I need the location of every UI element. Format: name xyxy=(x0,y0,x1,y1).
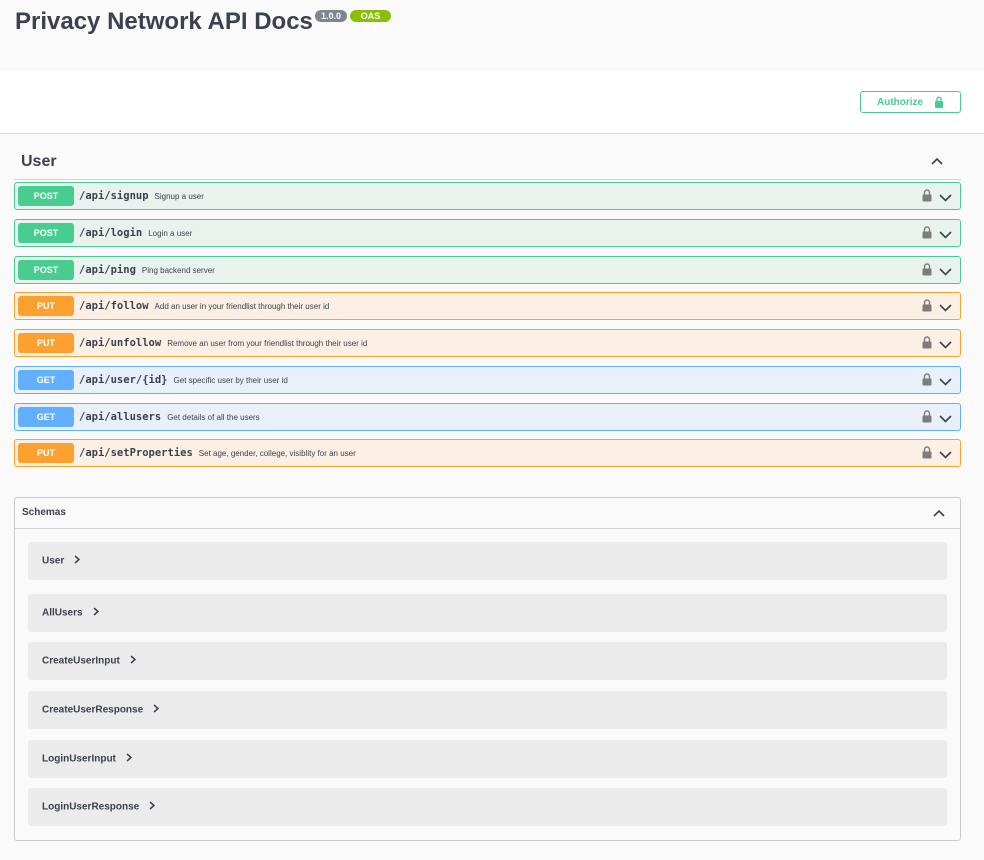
schema-model-row[interactable]: AllUsers xyxy=(28,594,947,632)
schemas-section: Schemas User AllUsers CreateUserInput Creat… xyxy=(14,497,961,841)
oas-badge: OAS 3.0 xyxy=(350,10,391,33)
lock-icon[interactable] xyxy=(922,263,932,281)
operation-put-row[interactable]: PUT/api/setProperties Set age, gender, co… xyxy=(14,439,961,467)
method-badge: PUT xyxy=(18,443,74,463)
operation-summary: Get specific user by their user id xyxy=(173,376,288,385)
chevron-down-icon[interactable] xyxy=(939,227,952,245)
chevron-down-icon[interactable] xyxy=(939,447,952,465)
method-badge: POST xyxy=(18,186,74,206)
operation-put-row[interactable]: PUT/api/follow Add an user in your friend… xyxy=(14,292,961,320)
authorize-button[interactable]: Authorize xyxy=(860,91,961,113)
operation-summary: Remove an user from your friendlist thro… xyxy=(167,339,368,348)
operation-get-row[interactable]: GET/api/user/{id} Get specific user by th… xyxy=(14,366,961,394)
chevron-up-icon[interactable] xyxy=(932,506,946,525)
chevron-right-icon xyxy=(153,704,160,716)
operation-path: /api/login Login a user xyxy=(79,227,192,239)
unlocked-icon xyxy=(934,96,944,111)
operation-path: /api/ping Ping backend server xyxy=(79,264,215,276)
chevron-down-icon[interactable] xyxy=(939,300,952,318)
operation-summary: Get details of all the users xyxy=(167,413,260,422)
operation-summary: Login a user xyxy=(148,229,193,238)
operation-post-row[interactable]: POST/api/login Login a user xyxy=(14,219,961,247)
operation-put-row[interactable]: PUT/api/unfollow Remove an user from your… xyxy=(14,329,961,357)
chevron-down-icon[interactable] xyxy=(939,190,952,208)
schema-model-row[interactable]: CreateUserInput xyxy=(28,642,947,680)
method-badge: GET xyxy=(18,370,74,390)
page-title: Privacy Network API Docs xyxy=(15,8,313,35)
schema-model-row[interactable]: CreateUserResponse xyxy=(28,691,947,729)
model-name-text: User xyxy=(42,555,65,567)
lock-icon[interactable] xyxy=(922,189,932,207)
lock-icon[interactable] xyxy=(922,410,932,428)
operation-path: /api/unfollow Remove an user from your fr… xyxy=(79,337,367,349)
path-text: /api/unfollow xyxy=(79,337,162,349)
info-header: Privacy Network API Docs 1.0.0 OAS 3.0 xyxy=(0,0,984,71)
chevron-right-icon xyxy=(130,655,136,667)
lock-icon[interactable] xyxy=(922,299,932,317)
tag-title: User xyxy=(21,153,57,170)
model-name-text: AllUsers xyxy=(42,607,83,619)
lock-icon[interactable] xyxy=(922,446,932,464)
method-badge: POST xyxy=(18,223,74,243)
path-text: /api/ping xyxy=(79,264,136,276)
schemas-header[interactable]: Schemas xyxy=(15,498,960,529)
lock-icon[interactable] xyxy=(922,226,932,244)
model-name: CreateUserInput xyxy=(42,655,136,667)
operation-path: /api/follow Add an user in your friendlis… xyxy=(79,300,329,312)
operation-summary: Ping backend server xyxy=(141,266,215,275)
model-name-text: LoginUserInput xyxy=(42,753,116,765)
schemas-title: Schemas xyxy=(22,507,66,518)
method-badge: POST xyxy=(18,260,74,280)
lock-icon[interactable] xyxy=(922,336,932,354)
operation-post-row[interactable]: POST/api/ping Ping backend server xyxy=(14,256,961,284)
path-text: /api/user/{id} xyxy=(79,374,168,386)
model-name-text: LoginUserResponse xyxy=(42,801,140,813)
chevron-down-icon[interactable] xyxy=(939,337,952,355)
operation-summary: Add an user in your friendlist through t… xyxy=(154,302,330,311)
model-name: AllUsers xyxy=(42,607,99,619)
schema-model-row[interactable]: LoginUserInput xyxy=(28,740,947,778)
path-text: /api/setProperties xyxy=(79,447,193,459)
scheme-container xyxy=(0,71,984,134)
path-text: /api/signup xyxy=(79,190,149,202)
chevron-down-icon[interactable] xyxy=(939,374,952,392)
chevron-right-icon xyxy=(74,555,81,567)
model-name-text: CreateUserInput xyxy=(42,655,120,667)
method-badge: GET xyxy=(18,407,74,427)
chevron-right-icon xyxy=(93,607,99,619)
chevron-down-icon[interactable] xyxy=(939,411,952,429)
operation-path: /api/allusers Get details of all the user… xyxy=(79,411,260,423)
chevron-down-icon[interactable] xyxy=(939,264,952,282)
lock-icon[interactable] xyxy=(922,373,932,391)
chevron-right-icon xyxy=(149,801,156,813)
model-name-text: CreateUserResponse xyxy=(42,704,144,716)
schema-model-row[interactable]: User xyxy=(28,542,947,580)
operation-path: /api/setProperties Set age, gender, colle… xyxy=(79,447,356,459)
path-text: /api/login xyxy=(79,227,143,239)
authorize-label: Authorize xyxy=(877,97,924,108)
method-badge: PUT xyxy=(18,333,74,353)
version-badge: 1.0.0 xyxy=(315,10,347,22)
operation-summary: Signup a user xyxy=(154,192,204,201)
model-name: User xyxy=(42,555,81,567)
operation-post-row[interactable]: POST/api/signup Signup a user xyxy=(14,182,961,210)
operation-get-row[interactable]: GET/api/allusers Get details of all the u… xyxy=(14,403,961,431)
chevron-up-icon[interactable] xyxy=(930,154,944,168)
operation-path: /api/user/{id} Get specific user by their… xyxy=(79,374,288,386)
chevron-right-icon xyxy=(126,753,133,765)
schema-model-row[interactable]: LoginUserResponse xyxy=(28,788,947,826)
model-name: CreateUserResponse xyxy=(42,704,160,716)
model-name: LoginUserResponse xyxy=(42,801,156,813)
operation-path: /api/signup Signup a user xyxy=(79,190,204,202)
operation-summary: Set age, gender, college, visiblity for … xyxy=(198,449,356,458)
path-text: /api/follow xyxy=(79,300,149,312)
model-name: LoginUserInput xyxy=(42,753,133,765)
tag-section-user[interactable]: User xyxy=(14,147,961,180)
path-text: /api/allusers xyxy=(79,411,162,423)
method-badge: PUT xyxy=(18,296,74,316)
